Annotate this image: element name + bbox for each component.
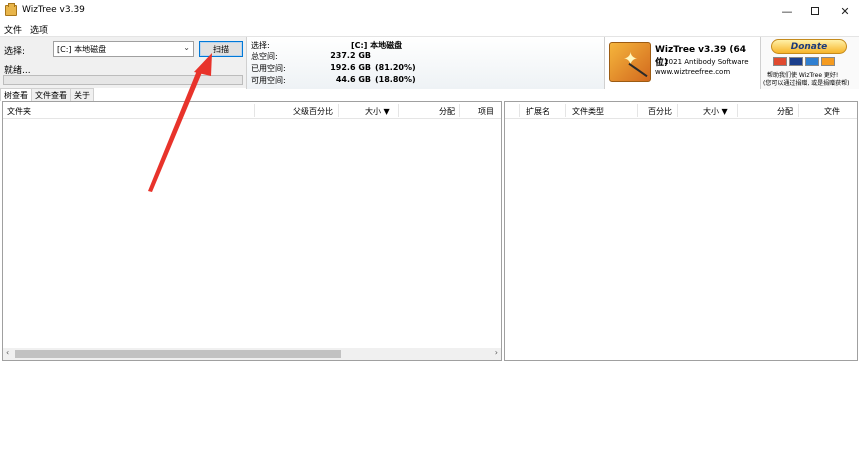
info-select-label: 选择: bbox=[251, 41, 270, 50]
donate-button[interactable]: Donate bbox=[771, 39, 847, 54]
info-used-percent: (81.20%) bbox=[375, 63, 416, 72]
column-separator[interactable] bbox=[637, 104, 638, 117]
info-total-label: 总空间: bbox=[251, 52, 278, 61]
col-folder[interactable]: 文件夹 bbox=[7, 106, 31, 117]
info-used-row: 已用空间: 192.6 GB (81.20%) bbox=[251, 63, 416, 73]
scan-button[interactable]: 扫描 bbox=[199, 41, 243, 57]
horizontal-scrollbar[interactable]: ‹ › bbox=[3, 348, 501, 360]
folder-table-header: 文件夹 父级百分比 大小 ▼ 分配 项目 bbox=[3, 102, 501, 119]
info-total-row: 总空间: 237.2 GB bbox=[251, 51, 411, 61]
info-free-row: 可用空间: 44.6 GB (18.80%) bbox=[251, 75, 416, 85]
col-allocated[interactable]: 分配 bbox=[777, 106, 793, 117]
toolbar-area: 选择: [C:] 本地磁盘 ⌄ 扫描 就绪... 选择: [C:] 本地磁盘 总… bbox=[0, 36, 859, 89]
drive-selection-panel: 选择: [C:] 本地磁盘 ⌄ 扫描 就绪... bbox=[0, 37, 246, 89]
info-free-label: 可用空间: bbox=[251, 76, 286, 85]
col-size[interactable]: 大小 ▼ bbox=[703, 106, 728, 117]
col-files[interactable]: 文件 bbox=[824, 106, 840, 117]
scroll-left-icon[interactable]: ‹ bbox=[6, 348, 9, 357]
wiztree-logo-icon: ✦ bbox=[609, 42, 651, 82]
view-tabs: 树查看 文件查看 关于 bbox=[0, 88, 94, 101]
col-parent-percent[interactable]: 父级百分比 bbox=[293, 106, 333, 117]
folder-tree-pane[interactable]: 文件夹 父级百分比 大小 ▼ 分配 项目 ‹ › bbox=[2, 101, 502, 361]
donate-panel: Donate 帮助我们使 WizTree 更好! (您可以通过捐赠, 或是捐赠获… bbox=[760, 37, 859, 89]
file-type-table-header: 扩展名 文件类型 百分比 大小 ▼ 分配 文件 bbox=[505, 102, 857, 119]
info-select-row: 选择: [C:] 本地磁盘 bbox=[251, 40, 411, 50]
disk-info-panel: 选择: [C:] 本地磁盘 总空间: 237.2 GB 已用空间: 192.6 … bbox=[246, 37, 604, 89]
tab-about[interactable]: 关于 bbox=[70, 88, 94, 101]
column-separator[interactable] bbox=[519, 104, 520, 117]
info-used-label: 已用空间: bbox=[251, 64, 286, 73]
column-separator[interactable] bbox=[737, 104, 738, 117]
brand-copyright: © 2021 Antibody Software bbox=[655, 58, 749, 66]
drive-dropdown-value: [C:] 本地磁盘 bbox=[57, 45, 107, 54]
col-extension[interactable]: 扩展名 bbox=[526, 106, 550, 117]
column-separator[interactable] bbox=[798, 104, 799, 117]
column-separator[interactable] bbox=[254, 104, 255, 117]
close-icon: ✕ bbox=[840, 4, 850, 18]
info-free-percent: (18.80%) bbox=[375, 75, 416, 84]
maximize-icon bbox=[811, 7, 819, 15]
col-percent[interactable]: 百分比 bbox=[648, 106, 672, 117]
info-free-value: 44.6 GB bbox=[335, 75, 371, 84]
info-used-value: 192.6 GB bbox=[330, 63, 371, 72]
payment-cards bbox=[773, 57, 835, 66]
column-separator[interactable] bbox=[565, 104, 566, 117]
menu-bar: 文件 选项 bbox=[0, 22, 52, 36]
brand-url-link[interactable]: www.wiztreefree.com bbox=[655, 68, 730, 76]
maximize-button[interactable] bbox=[798, 0, 832, 22]
donate-note-text: (您可以通过捐赠, 或是捐赠获帮) bbox=[763, 80, 850, 87]
drive-dropdown[interactable]: [C:] 本地磁盘 ⌄ bbox=[53, 41, 194, 57]
amex-icon bbox=[805, 57, 819, 66]
discover-icon bbox=[821, 57, 835, 66]
mastercard-icon bbox=[773, 57, 787, 66]
col-items[interactable]: 项目 bbox=[478, 106, 494, 117]
column-separator[interactable] bbox=[677, 104, 678, 117]
chevron-down-icon: ⌄ bbox=[183, 43, 190, 52]
column-separator[interactable] bbox=[459, 104, 460, 117]
info-total-value: 237.2 GB bbox=[330, 51, 371, 60]
window-title: WizTree v3.39 bbox=[22, 5, 85, 15]
folder-app-icon bbox=[5, 3, 17, 16]
file-type-pane[interactable]: 扩展名 文件类型 百分比 大小 ▼ 分配 文件 bbox=[504, 101, 858, 361]
scan-progress-bar bbox=[3, 75, 243, 85]
menu-file[interactable]: 文件 bbox=[0, 22, 26, 36]
scrollbar-thumb[interactable] bbox=[15, 350, 341, 358]
info-select-value: [C:] 本地磁盘 bbox=[351, 41, 403, 50]
column-separator[interactable] bbox=[338, 104, 339, 117]
tab-tree-view[interactable]: 树查看 bbox=[0, 88, 32, 101]
minimize-icon: — bbox=[781, 4, 793, 18]
tab-file-view[interactable]: 文件查看 bbox=[31, 88, 71, 101]
column-separator[interactable] bbox=[398, 104, 399, 117]
brand-panel[interactable]: ✦ WizTree v3.39 (64 位) © 2021 Antibody S… bbox=[604, 37, 760, 89]
title-bar: WizTree v3.39 — ✕ bbox=[0, 0, 859, 22]
col-file-type[interactable]: 文件类型 bbox=[572, 106, 604, 117]
select-label: 选择: bbox=[4, 47, 26, 57]
close-button[interactable]: ✕ bbox=[828, 0, 859, 22]
menu-options[interactable]: 选项 bbox=[26, 22, 52, 36]
visa-icon bbox=[789, 57, 803, 66]
scroll-right-icon[interactable]: › bbox=[495, 348, 498, 357]
col-size[interactable]: 大小 ▼ bbox=[365, 106, 390, 117]
col-allocated[interactable]: 分配 bbox=[439, 106, 455, 117]
